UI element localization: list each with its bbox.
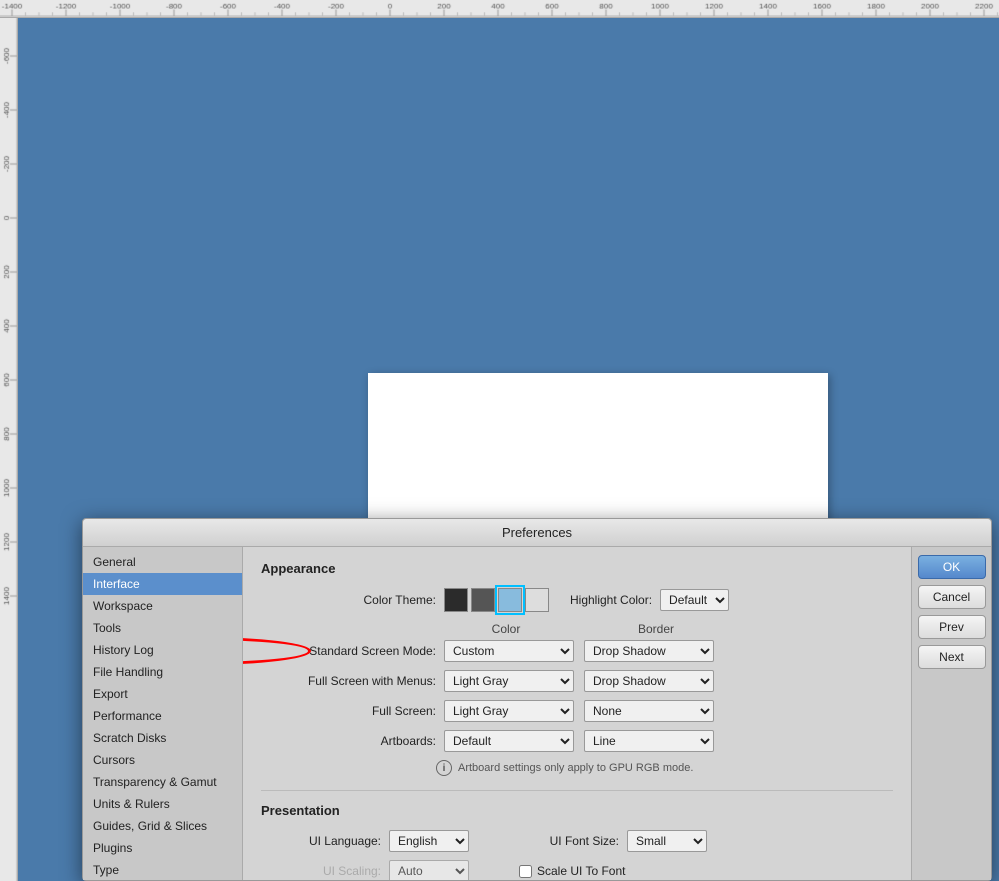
presentation-section: Presentation UI Language: EnglishGermanF… <box>261 790 893 880</box>
ok-button[interactable]: OK <box>918 555 986 579</box>
dialog-body: GeneralInterfaceWorkspaceToolsHistory Lo… <box>83 547 991 880</box>
sidebar-item-history-log[interactable]: History Log <box>83 639 242 661</box>
ui-scaling-label: UI Scaling: <box>261 864 381 878</box>
border-column-header: Border <box>586 622 726 636</box>
sidebar-item-workspace[interactable]: Workspace <box>83 595 242 617</box>
sidebar-item-scratch-disks[interactable]: Scratch Disks <box>83 727 242 749</box>
sidebar-item-performance[interactable]: Performance <box>83 705 242 727</box>
swatch-container <box>444 588 552 612</box>
color-swatch-3[interactable] <box>525 588 549 612</box>
preferences-dialog: Preferences GeneralInterfaceWorkspaceToo… <box>82 518 992 881</box>
scale-ui-label[interactable]: Scale UI To Font <box>519 864 626 878</box>
sidebar-item-general[interactable]: General <box>83 551 242 573</box>
color-swatch-0[interactable] <box>444 588 468 612</box>
screen-mode-label-3: Artboards: <box>261 734 436 748</box>
sidebar-item-guides,-grid-&-slices[interactable]: Guides, Grid & Slices <box>83 815 242 837</box>
color-select-3[interactable]: DefaultCustomLight GrayDark Gray <box>444 730 574 752</box>
color-select-0[interactable]: CustomBlackWhiteLight GrayDark Gray <box>444 640 574 662</box>
border-select-3[interactable]: Drop ShadowNoneLine <box>584 730 714 752</box>
sidebar-item-file-handling[interactable]: File Handling <box>83 661 242 683</box>
sidebar-item-tools[interactable]: Tools <box>83 617 242 639</box>
dialog-titlebar: Preferences <box>83 519 991 547</box>
prev-button[interactable]: Prev <box>918 615 986 639</box>
color-column-header: Color <box>436 622 576 636</box>
info-icon: i <box>436 760 452 776</box>
ui-font-size-group: UI Font Size: TinySmallMediumLarge <box>499 830 707 852</box>
column-headers: Color Border <box>436 622 893 636</box>
border-select-0[interactable]: Drop ShadowNoneLine <box>584 640 714 662</box>
dialog-buttons: OK Cancel Prev Next <box>911 547 991 880</box>
sidebar-item-units-&-rulers[interactable]: Units & Rulers <box>83 793 242 815</box>
screen-mode-label-1: Full Screen with Menus: <box>261 674 436 688</box>
cancel-button[interactable]: Cancel <box>918 585 986 609</box>
sidebar-item-interface[interactable]: Interface <box>83 573 242 595</box>
appearance-title: Appearance <box>261 561 893 576</box>
appearance-section: Appearance Color Theme: Highlight Color:… <box>261 561 893 776</box>
sidebar-item-transparency-&-gamut[interactable]: Transparency & Gamut <box>83 771 242 793</box>
next-button[interactable]: Next <box>918 645 986 669</box>
scale-ui-group: Scale UI To Font <box>519 864 626 878</box>
presentation-row-1: UI Language: EnglishGermanFrenchJapanese… <box>261 830 893 852</box>
screen-mode-row-3: Artboards: DefaultCustomLight GrayDark Gr… <box>261 730 893 752</box>
ruler-top <box>0 0 999 18</box>
artboard-info-row: i Artboard settings only apply to GPU RG… <box>436 760 893 776</box>
sidebar-item-cursors[interactable]: Cursors <box>83 749 242 771</box>
ui-language-label: UI Language: <box>261 834 381 848</box>
color-theme-row: Color Theme: Highlight Color: DefaultBlu… <box>261 588 893 612</box>
sidebar-item-export[interactable]: Export <box>83 683 242 705</box>
ui-font-size-label: UI Font Size: <box>499 834 619 848</box>
main-content: Appearance Color Theme: Highlight Color:… <box>243 547 911 880</box>
highlight-color-label: Highlight Color: <box>570 593 652 607</box>
screen-mode-label-0: Standard Screen Mode: <box>261 644 436 658</box>
presentation-row-2: UI Scaling: Auto100%150%200% Scale UI To… <box>261 860 893 880</box>
dialog-title: Preferences <box>502 525 572 540</box>
color-select-1[interactable]: CustomBlackWhiteLight GrayDark Gray <box>444 670 574 692</box>
sidebar: GeneralInterfaceWorkspaceToolsHistory Lo… <box>83 547 243 880</box>
screen-mode-row-1: Full Screen with Menus: CustomBlackWhiteL… <box>261 670 893 692</box>
border-select-1[interactable]: Drop ShadowNoneLine <box>584 670 714 692</box>
screen-mode-label-2: Full Screen: <box>261 704 436 718</box>
ruler-left-canvas <box>0 18 18 881</box>
color-swatch-2[interactable] <box>498 588 522 612</box>
ui-font-size-select[interactable]: TinySmallMediumLarge <box>627 830 707 852</box>
border-select-2[interactable]: Drop ShadowNoneLine <box>584 700 714 722</box>
scale-ui-checkbox[interactable] <box>519 865 532 878</box>
presentation-title: Presentation <box>261 803 893 818</box>
ui-language-group: UI Language: EnglishGermanFrenchJapanese… <box>261 830 469 852</box>
highlight-color-select[interactable]: DefaultBlueRedGreen <box>660 589 729 611</box>
scale-ui-text: Scale UI To Font <box>537 864 626 878</box>
sidebar-item-type[interactable]: Type <box>83 859 242 880</box>
color-swatch-1[interactable] <box>471 588 495 612</box>
color-select-2[interactable]: CustomBlackWhiteLight GrayDark Gray <box>444 700 574 722</box>
color-theme-label: Color Theme: <box>261 593 436 607</box>
screen-mode-row-2: Full Screen: CustomBlackWhiteLight GrayDa… <box>261 700 893 722</box>
screen-mode-row-0: Standard Screen Mode: CustomBlackWhiteLig… <box>261 640 893 662</box>
ui-scaling-group: UI Scaling: Auto100%150%200% <box>261 860 469 880</box>
ruler-left <box>0 18 18 881</box>
sidebar-item-plugins[interactable]: Plugins <box>83 837 242 859</box>
ui-language-select[interactable]: EnglishGermanFrenchJapaneseChinese <box>389 830 469 852</box>
screen-mode-rows: Standard Screen Mode: CustomBlackWhiteLig… <box>261 640 893 752</box>
ruler-top-canvas <box>0 0 999 17</box>
artboard-info-text: Artboard settings only apply to GPU RGB … <box>458 762 693 774</box>
ui-scaling-select[interactable]: Auto100%150%200% <box>389 860 469 880</box>
